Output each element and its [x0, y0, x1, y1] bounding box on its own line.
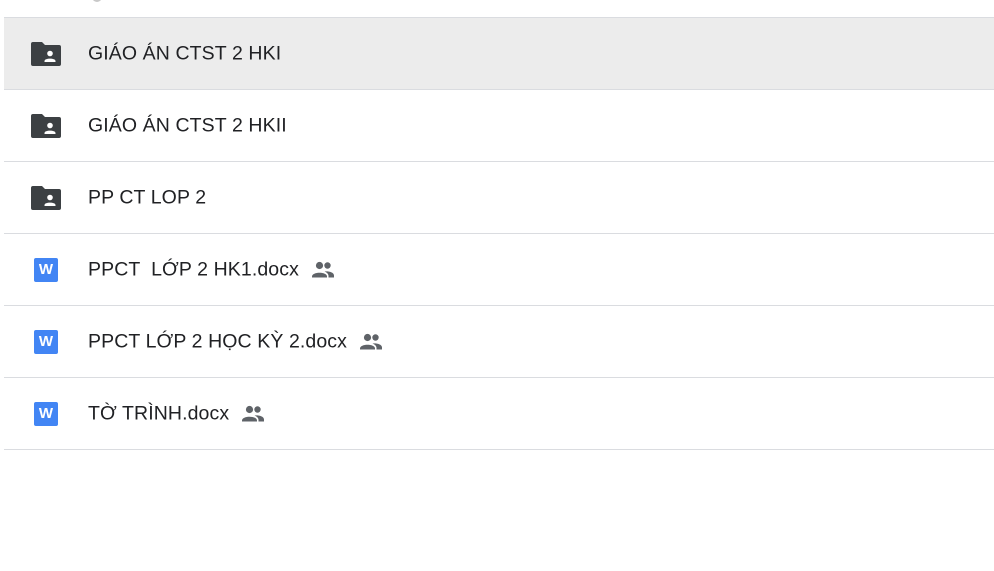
- file-name: PP CT LOP 2: [88, 186, 206, 209]
- file-name-text: PPCT LỚP 2 HK1.docx: [88, 258, 299, 280]
- file-row[interactable]: GIÁO ÁN CTST 2 HKI: [4, 18, 994, 90]
- people-icon: [359, 332, 383, 352]
- file-name: GIÁO ÁN CTST 2 HKII: [88, 114, 287, 137]
- shared-folder-icon: [30, 112, 62, 140]
- file-name: TỜ TRÌNH.docx: [88, 402, 265, 425]
- shared-folder-icon: [30, 40, 62, 68]
- file-name: PPCT LỚP 2 HK1.docx: [88, 258, 335, 281]
- word-document-icon: W: [30, 400, 62, 428]
- word-document-icon: W: [30, 256, 62, 284]
- file-name: GIÁO ÁN CTST 2 HKI: [88, 42, 281, 65]
- file-name-text: GIÁO ÁN CTST 2 HKII: [88, 114, 287, 136]
- people-icon: [311, 260, 335, 280]
- word-icon-letter: W: [34, 329, 58, 354]
- file-row[interactable]: W TỜ TRÌNH.docx: [4, 378, 994, 450]
- file-row[interactable]: PP CT LOP 2: [4, 162, 994, 234]
- file-name: PPCT LỚP 2 HỌC KỲ 2.docx: [88, 330, 383, 353]
- file-row[interactable]: GIÁO ÁN CTST 2 HKII: [4, 90, 994, 162]
- word-icon-letter: W: [34, 257, 58, 282]
- list-top-divider: [4, 0, 994, 18]
- file-row[interactable]: W PPCT LỚP 2 HỌC KỲ 2.docx: [4, 306, 994, 378]
- file-name-text: PPCT LỚP 2 HỌC KỲ 2.docx: [88, 330, 348, 352]
- file-name-text: TỜ TRÌNH.docx: [88, 402, 230, 424]
- word-document-icon: W: [30, 328, 62, 356]
- partial-icon: [92, 0, 102, 2]
- word-icon-letter: W: [34, 401, 58, 426]
- file-row[interactable]: W PPCT LỚP 2 HK1.docx: [4, 234, 994, 306]
- people-icon: [241, 404, 265, 424]
- file-name-text: PP CT LOP 2: [88, 186, 207, 208]
- file-list: GIÁO ÁN CTST 2 HKI GIÁO ÁN CTST 2 HKII P…: [4, 0, 994, 450]
- file-name-text: GIÁO ÁN CTST 2 HKI: [88, 42, 282, 64]
- shared-folder-icon: [30, 184, 62, 212]
